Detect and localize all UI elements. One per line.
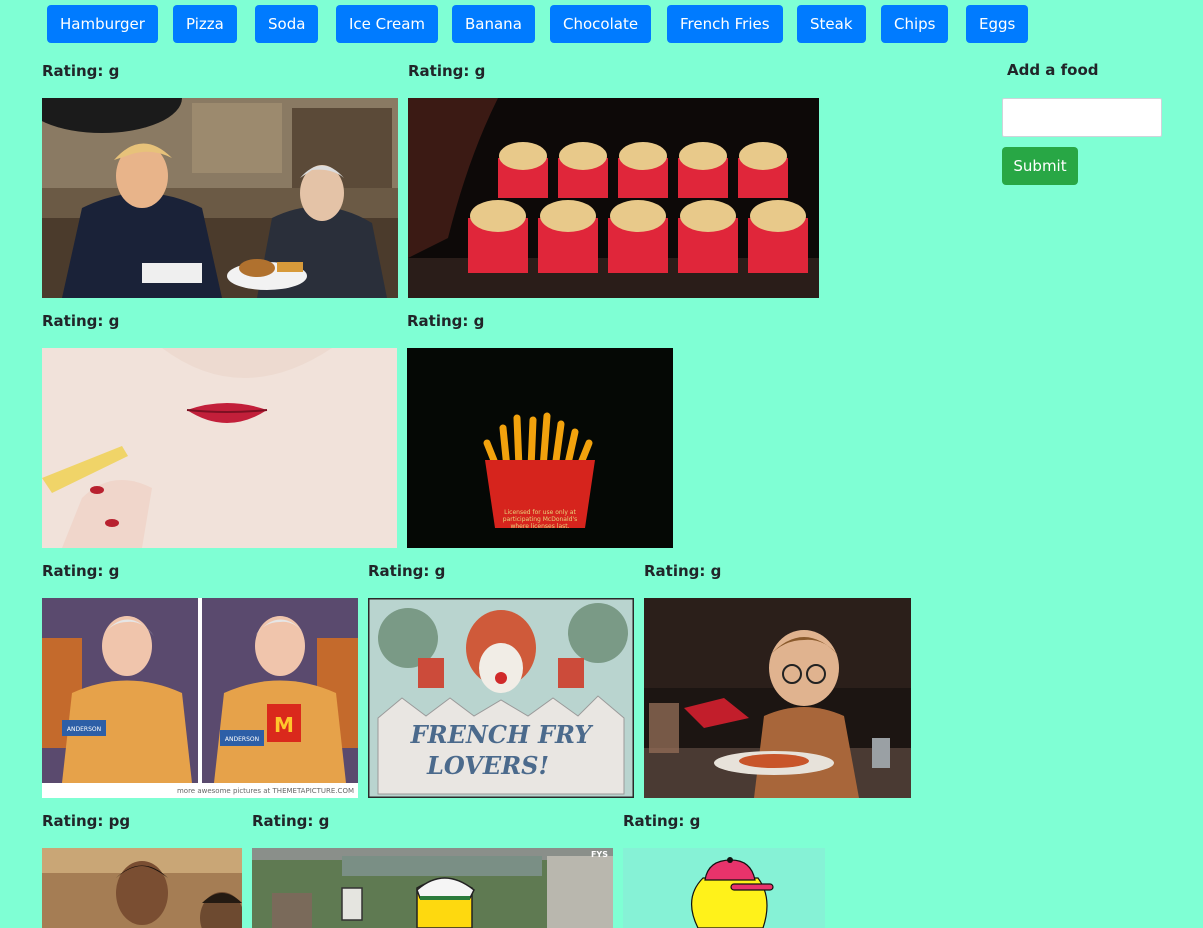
name-badge: ANDERSON xyxy=(67,726,101,733)
gif-image-young-man[interactable] xyxy=(42,848,242,928)
food-button-soda[interactable]: Soda xyxy=(255,5,319,43)
carton-caption: participating McDonald's xyxy=(503,516,577,523)
gif-image-fries-conveyor[interactable] xyxy=(408,98,819,298)
gif-rating: Rating: g xyxy=(42,562,120,580)
food-button-steak[interactable]: Steak xyxy=(797,5,866,43)
food-button-french-fries[interactable]: French Fries xyxy=(667,5,783,43)
food-button-banana[interactable]: Banana xyxy=(452,5,535,43)
gif-rating: Rating: pg xyxy=(42,812,131,830)
food-button-chips[interactable]: Chips xyxy=(881,5,949,43)
gif-image-kid-ketchup[interactable] xyxy=(644,598,911,798)
food-input[interactable] xyxy=(1002,98,1162,137)
food-button-eggs[interactable]: Eggs xyxy=(966,5,1029,43)
gif-rating: Rating: g xyxy=(408,62,486,80)
add-food-title: Add a food xyxy=(1007,61,1099,79)
image-credit: more awesome pictures at THEMETAPICTURE.… xyxy=(177,787,354,795)
sign-text: FRENCH FRY xyxy=(410,720,595,749)
food-button-ice-cream[interactable]: Ice Cream xyxy=(336,5,439,43)
gif-rating: Rating: g xyxy=(368,562,446,580)
gif-image-lips-fry[interactable] xyxy=(42,348,397,548)
gif-rating: Rating: g xyxy=(42,62,120,80)
food-button-pizza[interactable]: Pizza xyxy=(173,5,237,43)
food-button-chocolate[interactable]: Chocolate xyxy=(550,5,652,43)
gif-image-cartoon-cook[interactable]: FYS xyxy=(252,848,613,928)
carton-caption: where licenses last. xyxy=(510,523,569,530)
gif-rating: Rating: g xyxy=(623,812,701,830)
gif-rating: Rating: g xyxy=(407,312,485,330)
gif-image-fries-shirt[interactable]: ANDERSON ANDERSON M more awesome picture… xyxy=(42,598,358,798)
gif-image-cartoon-cap[interactable] xyxy=(623,848,825,928)
watermark: FYS xyxy=(591,850,608,859)
mcdonalds-logo: M xyxy=(274,713,294,737)
gif-image-french-fry-lovers[interactable]: FRENCH FRY LOVERS! xyxy=(368,598,634,798)
submit-button[interactable]: Submit xyxy=(1002,147,1078,185)
gif-image-politicians-burger[interactable] xyxy=(42,98,398,298)
food-button-hamburger[interactable]: Hamburger xyxy=(47,5,158,43)
gif-rating: Rating: g xyxy=(644,562,722,580)
gif-image-fries-carton[interactable]: Licensed for use only at participating M… xyxy=(407,348,673,548)
gif-rating: Rating: g xyxy=(252,812,330,830)
sign-text: LOVERS! xyxy=(426,751,549,780)
name-badge: ANDERSON xyxy=(225,736,259,743)
carton-caption: Licensed for use only at xyxy=(504,509,576,516)
gif-rating: Rating: g xyxy=(42,312,120,330)
